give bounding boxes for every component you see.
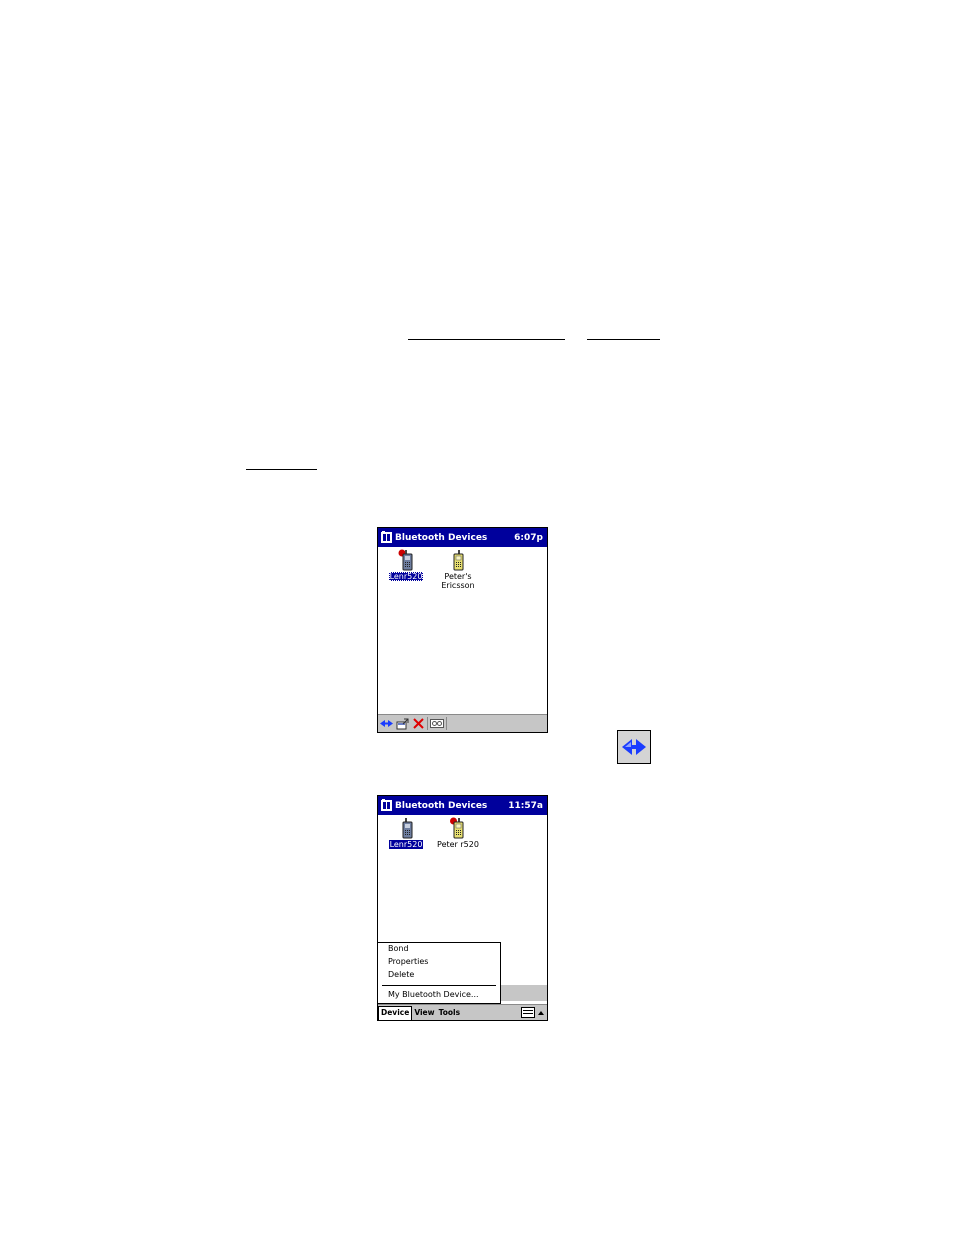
menu-item-delete[interactable]: Delete <box>388 970 414 979</box>
menu-tools[interactable]: Tools <box>437 1006 462 1019</box>
menu-separator <box>382 985 496 986</box>
bond-button[interactable] <box>378 716 394 731</box>
device-label: Lenr520 <box>388 572 424 581</box>
title-bar: Bluetooth Devices 6:07p <box>378 528 547 547</box>
command-toolbar <box>378 714 547 732</box>
toolbar-separator <box>427 717 428 730</box>
window-title: Bluetooth Devices <box>395 532 488 543</box>
device-label: Peter r520 <box>437 840 479 849</box>
phone-gray-icon <box>398 549 413 571</box>
device-item-lenr520[interactable]: Lenr520 <box>381 817 431 849</box>
pocketpc-screen-device-menu: Bluetooth Devices 11:57a Lenr520 Peter r… <box>377 795 548 1021</box>
properties-icon <box>396 718 408 729</box>
pocketpc-screen-devices: Bluetooth Devices 6:07p Lenr520 Peter's … <box>377 527 548 733</box>
bond-button-enlarged <box>617 730 651 764</box>
phone-yellow-icon <box>453 550 464 571</box>
device-popup-menu: Bond Properties Delete My Bluetooth Devi… <box>378 942 501 1004</box>
clock[interactable]: 11:57a <box>508 801 543 811</box>
delete-button[interactable] <box>410 716 426 731</box>
document-underline <box>408 339 565 340</box>
view-icon <box>430 719 444 728</box>
window-title: Bluetooth Devices <box>395 800 488 811</box>
title-bar: Bluetooth Devices 11:57a <box>378 796 547 815</box>
menu-item-my-bluetooth-device[interactable]: My Bluetooth Device... <box>388 990 479 999</box>
menu-bar: Device View Tools <box>378 1004 547 1020</box>
document-underline <box>587 339 660 340</box>
bond-icon <box>622 739 646 755</box>
device-label: Lenr520 <box>388 840 424 849</box>
phone-yellow-icon <box>450 817 464 839</box>
phone-gray-icon <box>402 818 413 839</box>
clock[interactable]: 6:07p <box>514 533 543 543</box>
device-item-peters-ericsson[interactable]: Peter's Ericsson <box>433 549 483 590</box>
toolbar-separator <box>446 717 447 730</box>
bluetooth-devices-app-icon[interactable] <box>381 799 393 812</box>
keyboard-icon[interactable] <box>521 1007 535 1018</box>
menu-item-properties[interactable]: Properties <box>388 957 428 966</box>
device-item-lenr520[interactable]: Lenr520 <box>381 549 431 581</box>
device-label: Peter's Ericsson <box>441 572 475 590</box>
bond-icon <box>379 720 393 727</box>
delete-icon <box>412 718 424 729</box>
bluetooth-devices-app-icon[interactable] <box>381 531 393 544</box>
menu-view[interactable]: View <box>412 1006 436 1019</box>
view-button[interactable] <box>429 716 445 731</box>
properties-button[interactable] <box>394 716 410 731</box>
menu-device[interactable]: Device <box>378 1005 413 1020</box>
input-panel-arrow-icon[interactable] <box>538 1010 544 1015</box>
document-underline <box>246 469 317 470</box>
menu-item-bond[interactable]: Bond <box>388 944 409 953</box>
toolbar-strip <box>500 985 547 1001</box>
device-item-peter-r520[interactable]: Peter r520 <box>433 817 483 849</box>
